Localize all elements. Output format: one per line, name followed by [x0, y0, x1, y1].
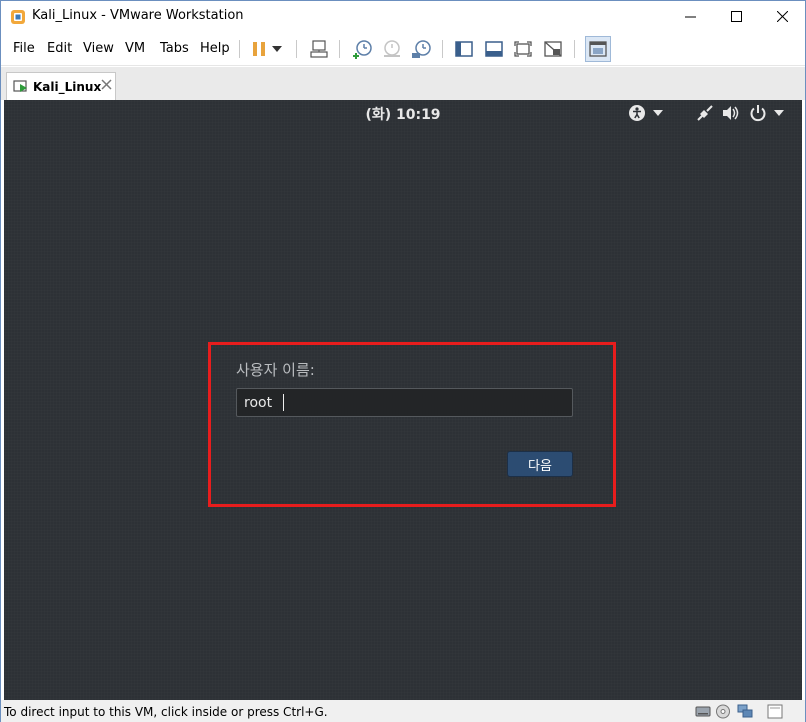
maximize-icon	[730, 10, 742, 22]
chevron-down-icon	[774, 110, 784, 116]
snapshot-manager-icon	[412, 40, 431, 58]
console-view-icon	[589, 41, 607, 57]
minimize-icon	[684, 16, 696, 17]
text-caret	[283, 394, 284, 411]
thumbnail-bar-button[interactable]	[482, 37, 506, 61]
menu-toolbar: File Edit View VM Tabs Help	[1, 32, 805, 66]
tab-label: Kali_Linux	[33, 80, 102, 94]
menu-file[interactable]: File	[13, 41, 35, 56]
revert-snapshot-button[interactable]	[379, 37, 403, 61]
system-menu[interactable]	[696, 103, 784, 123]
chevron-down-icon	[653, 110, 663, 116]
power-icon	[750, 105, 766, 122]
vm-console[interactable]: (화) 10:19 사용자 이름: 다음	[4, 100, 802, 700]
username-label: 사용자 이름:	[236, 361, 315, 379]
cd-dvd-icon[interactable]	[715, 704, 731, 719]
full-screen-button[interactable]	[511, 37, 535, 61]
power-dropdown-button[interactable]	[269, 37, 285, 61]
close-button[interactable]	[759, 1, 805, 31]
unity-button[interactable]	[541, 37, 565, 61]
toolbar-separator	[442, 40, 443, 58]
vmware-window: Kali_Linux - VMware Workstation File Edi…	[0, 0, 806, 722]
menu-edit[interactable]: Edit	[47, 41, 72, 56]
menu-view[interactable]: View	[83, 41, 114, 56]
window-title: Kali_Linux - VMware Workstation	[32, 8, 244, 23]
minimize-button[interactable]	[667, 1, 713, 31]
accessibility-menu[interactable]	[628, 103, 663, 123]
guest-clock[interactable]: (화) 10:19	[4, 104, 802, 124]
status-bar: To direct input to this VM, click inside…	[1, 700, 805, 722]
hard-disk-icon[interactable]	[695, 704, 711, 719]
close-icon	[776, 10, 788, 22]
pause-button[interactable]	[247, 37, 271, 61]
username-input[interactable]	[236, 388, 573, 417]
network-icon	[697, 105, 713, 121]
menu-help[interactable]: Help	[200, 41, 230, 56]
menu-vm[interactable]: VM	[125, 41, 145, 56]
maximize-button[interactable]	[713, 1, 759, 31]
toolbar-separator	[574, 40, 575, 58]
message-log-icon[interactable]	[767, 704, 783, 719]
vmware-app-icon	[11, 10, 25, 24]
snapshot-take-icon	[353, 40, 372, 59]
volume-icon	[723, 106, 739, 120]
show-library-icon	[455, 41, 473, 57]
show-library-button[interactable]	[452, 37, 476, 61]
vm-tab-icon	[13, 80, 27, 92]
tab-strip: Kali_Linux	[1, 67, 805, 100]
thumbnail-bar-icon	[485, 41, 503, 57]
pause-icon	[253, 42, 265, 56]
next-button[interactable]: 다음	[507, 451, 573, 477]
status-message: To direct input to this VM, click inside…	[4, 705, 328, 719]
snapshot-revert-icon	[384, 40, 400, 57]
take-snapshot-button[interactable]	[350, 37, 374, 61]
unity-icon	[544, 41, 562, 57]
network-adapter-icon[interactable]	[737, 704, 753, 719]
dropdown-icon	[272, 46, 282, 52]
title-bar: Kali_Linux - VMware Workstation	[1, 1, 805, 32]
tab-close-icon[interactable]	[100, 78, 113, 91]
full-screen-icon	[514, 41, 532, 57]
send-ctrl-alt-del-icon	[310, 40, 328, 58]
tab-kali-linux[interactable]: Kali_Linux	[6, 72, 116, 100]
snapshot-manager-button[interactable]	[409, 37, 433, 61]
toolbar-separator	[296, 40, 297, 58]
login-highlight-box: 사용자 이름: 다음	[208, 342, 616, 507]
console-view-button[interactable]	[585, 36, 611, 62]
accessibility-icon	[629, 105, 645, 121]
menu-tabs[interactable]: Tabs	[160, 41, 189, 56]
send-ctrl-alt-del-button[interactable]	[307, 37, 331, 61]
toolbar-separator	[239, 40, 240, 58]
toolbar-separator	[339, 40, 340, 58]
